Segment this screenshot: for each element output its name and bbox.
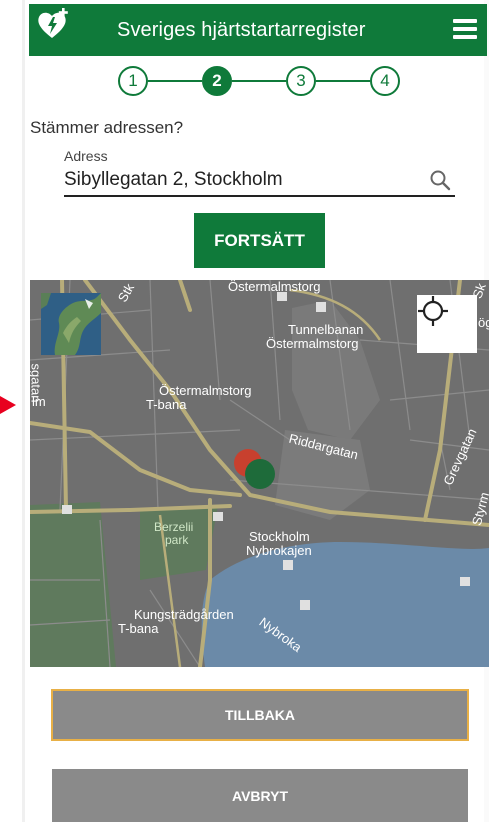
- step-4: 4: [370, 66, 400, 96]
- map-label-eg: ög: [478, 315, 489, 330]
- back-button[interactable]: TILLBAKA: [51, 689, 469, 741]
- map-label-ostermalmstorg-station: Östermalmstorg: [159, 383, 252, 398]
- step-1: 1: [118, 66, 148, 96]
- crosshair-locate-icon[interactable]: [417, 295, 477, 353]
- map-label-kungstradgarden: Kungsträdgården: [134, 607, 234, 622]
- step-2-active: 2: [202, 66, 232, 96]
- cancel-button[interactable]: AVBRYT: [52, 769, 468, 822]
- map-label-berzelii: Berzelii: [154, 520, 194, 534]
- hamburger-menu-icon[interactable]: [453, 19, 477, 41]
- map-label-lm: lm: [32, 394, 46, 409]
- continue-button[interactable]: FORTSÄTT: [194, 213, 325, 268]
- map-label-tunnelbanan: Tunnelbanan: [288, 322, 364, 337]
- map-label-t-bana-2: T-bana: [118, 621, 159, 636]
- red-pointer-arrow-icon: [0, 396, 16, 414]
- address-input[interactable]: [64, 167, 424, 193]
- step-3: 3: [286, 66, 316, 96]
- address-underline: [64, 195, 455, 197]
- search-icon[interactable]: [428, 168, 452, 192]
- map-label-ostermalmstorg-top: Östermalmstorg: [228, 280, 321, 294]
- address-label: Adress: [64, 148, 108, 164]
- satellite-layer-icon[interactable]: [41, 293, 101, 355]
- map-label-stockholm: Stockholm: [249, 529, 310, 544]
- map-label-nybrokajen: Nybrokajen: [246, 543, 312, 558]
- map-label-t-bana-1: T-bana: [146, 397, 187, 412]
- app-title: Sveriges hjärtstartarregister: [117, 19, 366, 41]
- location-map[interactable]: Östermalmstorg Tunnelbanan Östermalmstor…: [30, 280, 489, 667]
- progress-stepper: 1 2 3 4: [118, 66, 400, 96]
- map-label-tunnelbanan-sub: Östermalmstorg: [266, 336, 359, 351]
- app-header: Sveriges hjärtstartarregister: [29, 4, 487, 56]
- heart-defibrillator-icon[interactable]: [36, 8, 70, 42]
- address-question: Stämmer adressen?: [30, 118, 184, 137]
- map-label-park: park: [165, 533, 189, 547]
